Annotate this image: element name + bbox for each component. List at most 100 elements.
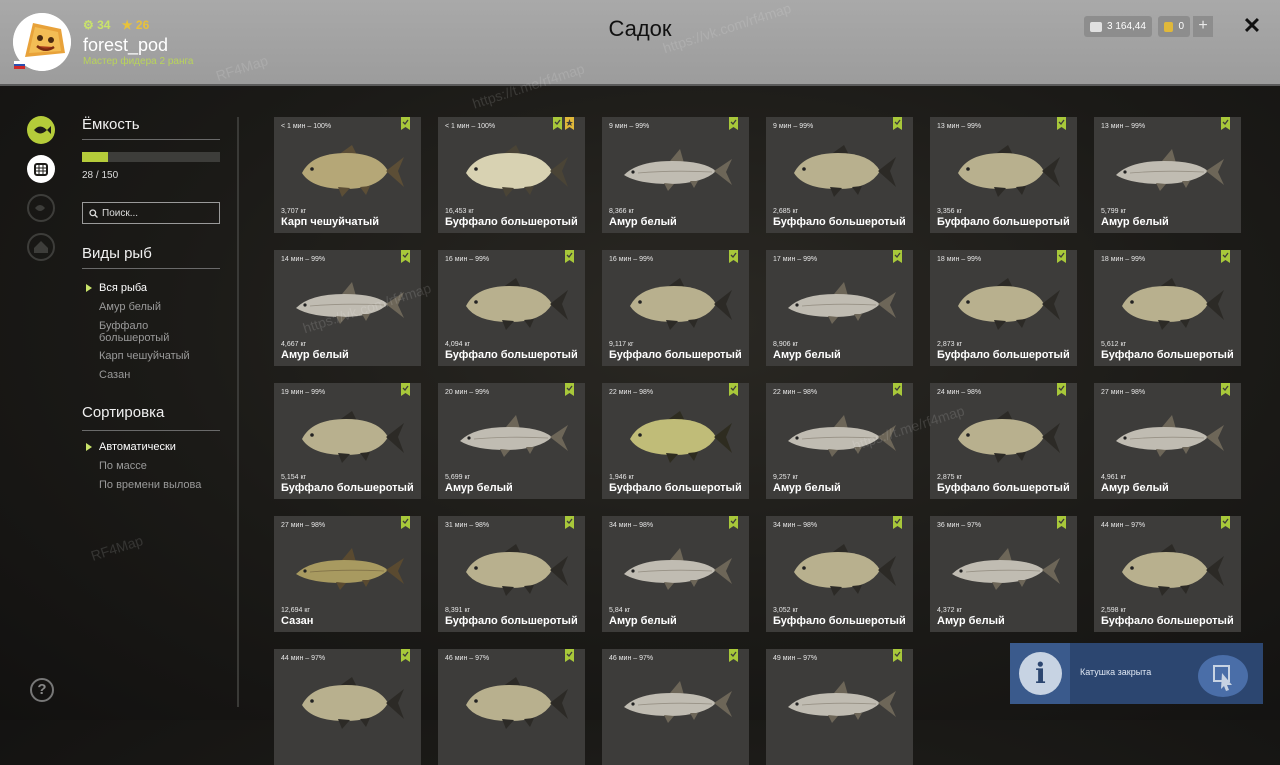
fish-card[interactable]: 22 мин – 98% 9,257 кг Амур белый — [766, 383, 913, 499]
cursor-click-icon[interactable] — [1198, 655, 1248, 697]
info-icon: i — [1019, 652, 1062, 695]
favorite-badge-icon[interactable] — [401, 250, 410, 263]
fish-card[interactable]: 49 мин – 97% — [766, 649, 913, 765]
fish-card[interactable]: 36 мин – 97% 4,372 кг Амур белый — [930, 516, 1077, 632]
fish-card[interactable]: 31 мин – 98% 8,391 кг Буффало большероты… — [438, 516, 585, 632]
fish-name: Буффало большеротый — [937, 349, 1070, 361]
favorite-badge-icon[interactable] — [1221, 383, 1230, 396]
fish-card[interactable]: 17 мин – 99% 8,906 кг Амур белый — [766, 250, 913, 366]
favorite-badge-icon[interactable] — [565, 383, 574, 396]
fish-image — [302, 145, 404, 197]
close-button[interactable]: ✕ — [1240, 14, 1264, 38]
species-filter-buffalo[interactable]: Буффало большеротый — [99, 320, 219, 344]
silver-balance: 3 164,44 — [1084, 16, 1152, 37]
species-filter-carp[interactable]: Карп чешуйчатый — [99, 350, 219, 362]
fish-image — [296, 282, 404, 324]
fish-card[interactable]: 16 мин – 99% 9,117 кг Буффало большероты… — [602, 250, 749, 366]
favorite-badge-icon[interactable] — [729, 250, 738, 263]
notification-toast[interactable]: i Катушка закрыта — [1010, 643, 1263, 704]
fish-card[interactable]: 16 мин – 99% 4,094 кг Буффало большероты… — [438, 250, 585, 366]
fish-card[interactable]: 44 мин – 97% 2,598 кг Буффало большероты… — [1094, 516, 1241, 632]
fish-card[interactable]: 34 мин – 98% 5,84 кг Амур белый — [602, 516, 749, 632]
divider — [82, 430, 220, 431]
fish-card[interactable]: < 1 мин – 100% 3,707 кг Карп чешуйчатый — [274, 117, 421, 233]
favorite-badge-icon[interactable] — [893, 516, 902, 529]
favorite-badge-icon[interactable] — [401, 649, 410, 662]
fish-image — [624, 681, 732, 723]
sidebar-divider — [237, 117, 239, 707]
favorite-badge-icon[interactable] — [893, 649, 902, 662]
favorite-badge-icon[interactable] — [729, 117, 738, 130]
help-button[interactable]: ? — [30, 678, 54, 702]
fish-card[interactable]: 46 мин – 97% — [438, 649, 585, 765]
fish-card[interactable]: < 1 мин – 100% 16,453 кг Буффало большер… — [438, 117, 585, 233]
favorite-badge-icon[interactable] — [729, 516, 738, 529]
species-filter-all[interactable]: Вся рыба — [86, 282, 219, 294]
fish-card[interactable]: 46 мин – 97% — [602, 649, 749, 765]
favorite-badge-icon[interactable] — [1057, 117, 1066, 130]
favorite-badge-icon[interactable] — [893, 383, 902, 396]
favorite-badge-icon[interactable] — [1221, 250, 1230, 263]
fish-name: Амур белый — [281, 349, 349, 361]
fish-name: Амур белый — [937, 615, 1005, 627]
fish-card[interactable]: 34 мин – 98% 3,052 кг Буффало большероты… — [766, 516, 913, 632]
sort-title: Сортировка — [82, 404, 165, 421]
keepnet-basket-icon[interactable] — [27, 155, 55, 183]
catch-time: 22 мин – 98% — [609, 389, 654, 396]
fish-image — [466, 145, 568, 197]
favorite-badge-icon[interactable] — [1221, 516, 1230, 529]
fish-card[interactable]: 44 мин – 97% — [274, 649, 421, 765]
fish-card[interactable]: 18 мин – 99% 5,612 кг Буффало большероты… — [1094, 250, 1241, 366]
species-filter-sazan[interactable]: Сазан — [99, 369, 219, 381]
fish-weight: 2,875 кг — [937, 474, 963, 481]
favorite-badge-icon[interactable] — [565, 649, 574, 662]
favorite-badge-icon[interactable] — [565, 516, 574, 529]
fish-card[interactable]: 13 мин – 99% 5,799 кг Амур белый — [1094, 117, 1241, 233]
fish-card[interactable]: 13 мин – 99% 3,356 кг Буффало большероты… — [930, 117, 1077, 233]
favorite-badge-icon[interactable] — [401, 516, 410, 529]
favorite-badge-icon[interactable] — [729, 649, 738, 662]
fish-card[interactable]: 24 мин – 98% 2,875 кг Буффало большероты… — [930, 383, 1077, 499]
favorite-badge-icon[interactable] — [565, 250, 574, 263]
keepnet-fish-icon[interactable] — [27, 116, 55, 144]
species-filter-amur[interactable]: Амур белый — [99, 301, 219, 313]
fish-weight: 2,685 кг — [773, 208, 799, 215]
fish-card[interactable]: 20 мин – 99% 5,699 кг Амур белый — [438, 383, 585, 499]
search-input[interactable]: Поиск... — [82, 202, 220, 224]
fish-name: Амур белый — [773, 482, 841, 494]
fish-card[interactable]: 22 мин – 98% 1,946 кг Буффало большероты… — [602, 383, 749, 499]
fish-card[interactable]: 18 мин – 99% 2,873 кг Буффало большероты… — [930, 250, 1077, 366]
fish-card[interactable]: 9 мин – 99% 2,685 кг Буффало большеротый — [766, 117, 913, 233]
catch-time: 18 мин – 99% — [937, 256, 982, 263]
fish-image — [788, 415, 896, 457]
favorite-badge-icon[interactable] — [1057, 516, 1066, 529]
trophy-fish-icon[interactable] — [27, 194, 55, 222]
home-icon[interactable] — [27, 233, 55, 261]
favorite-badge-icon[interactable] — [553, 117, 562, 130]
favorite-badge-icon[interactable] — [729, 383, 738, 396]
fish-card[interactable]: 14 мин – 99% 4,667 кг Амур белый — [274, 250, 421, 366]
divider — [82, 139, 220, 140]
favorite-badge-icon[interactable] — [1057, 383, 1066, 396]
fish-card[interactable]: 9 мин – 99% 8,366 кг Амур белый — [602, 117, 749, 233]
favorite-badge-icon[interactable] — [401, 117, 410, 130]
favorite-badge-icon[interactable] — [1057, 250, 1066, 263]
favorite-badge-icon[interactable] — [893, 117, 902, 130]
sort-by-weight[interactable]: По массе — [99, 460, 219, 472]
favorite-badge-icon[interactable] — [1221, 117, 1230, 130]
fish-card[interactable]: 19 мин – 99% 5,154 кг Буффало большероты… — [274, 383, 421, 499]
sort-by-time[interactable]: По времени вылова — [99, 479, 219, 491]
fish-card[interactable]: 27 мин – 98% 12,694 кг Сазан — [274, 516, 421, 632]
fish-name: Буффало большеротый — [1101, 349, 1234, 361]
sort-auto[interactable]: Автоматически — [86, 441, 219, 453]
fish-weight: 4,094 кг — [445, 341, 471, 348]
player-rank: Мастер фидера 2 ранга — [83, 56, 194, 67]
fish-weight: 5,799 кг — [1101, 208, 1127, 215]
fish-card[interactable]: 27 мин – 98% 4,961 кг Амур белый — [1094, 383, 1241, 499]
catch-time: 34 мин – 98% — [609, 522, 654, 529]
favorite-badge-icon[interactable] — [893, 250, 902, 263]
fish-weight: 5,699 кг — [445, 474, 471, 481]
add-currency-button[interactable]: + — [1193, 16, 1213, 37]
favorite-badge-icon[interactable] — [401, 383, 410, 396]
fish-image — [1116, 149, 1224, 191]
